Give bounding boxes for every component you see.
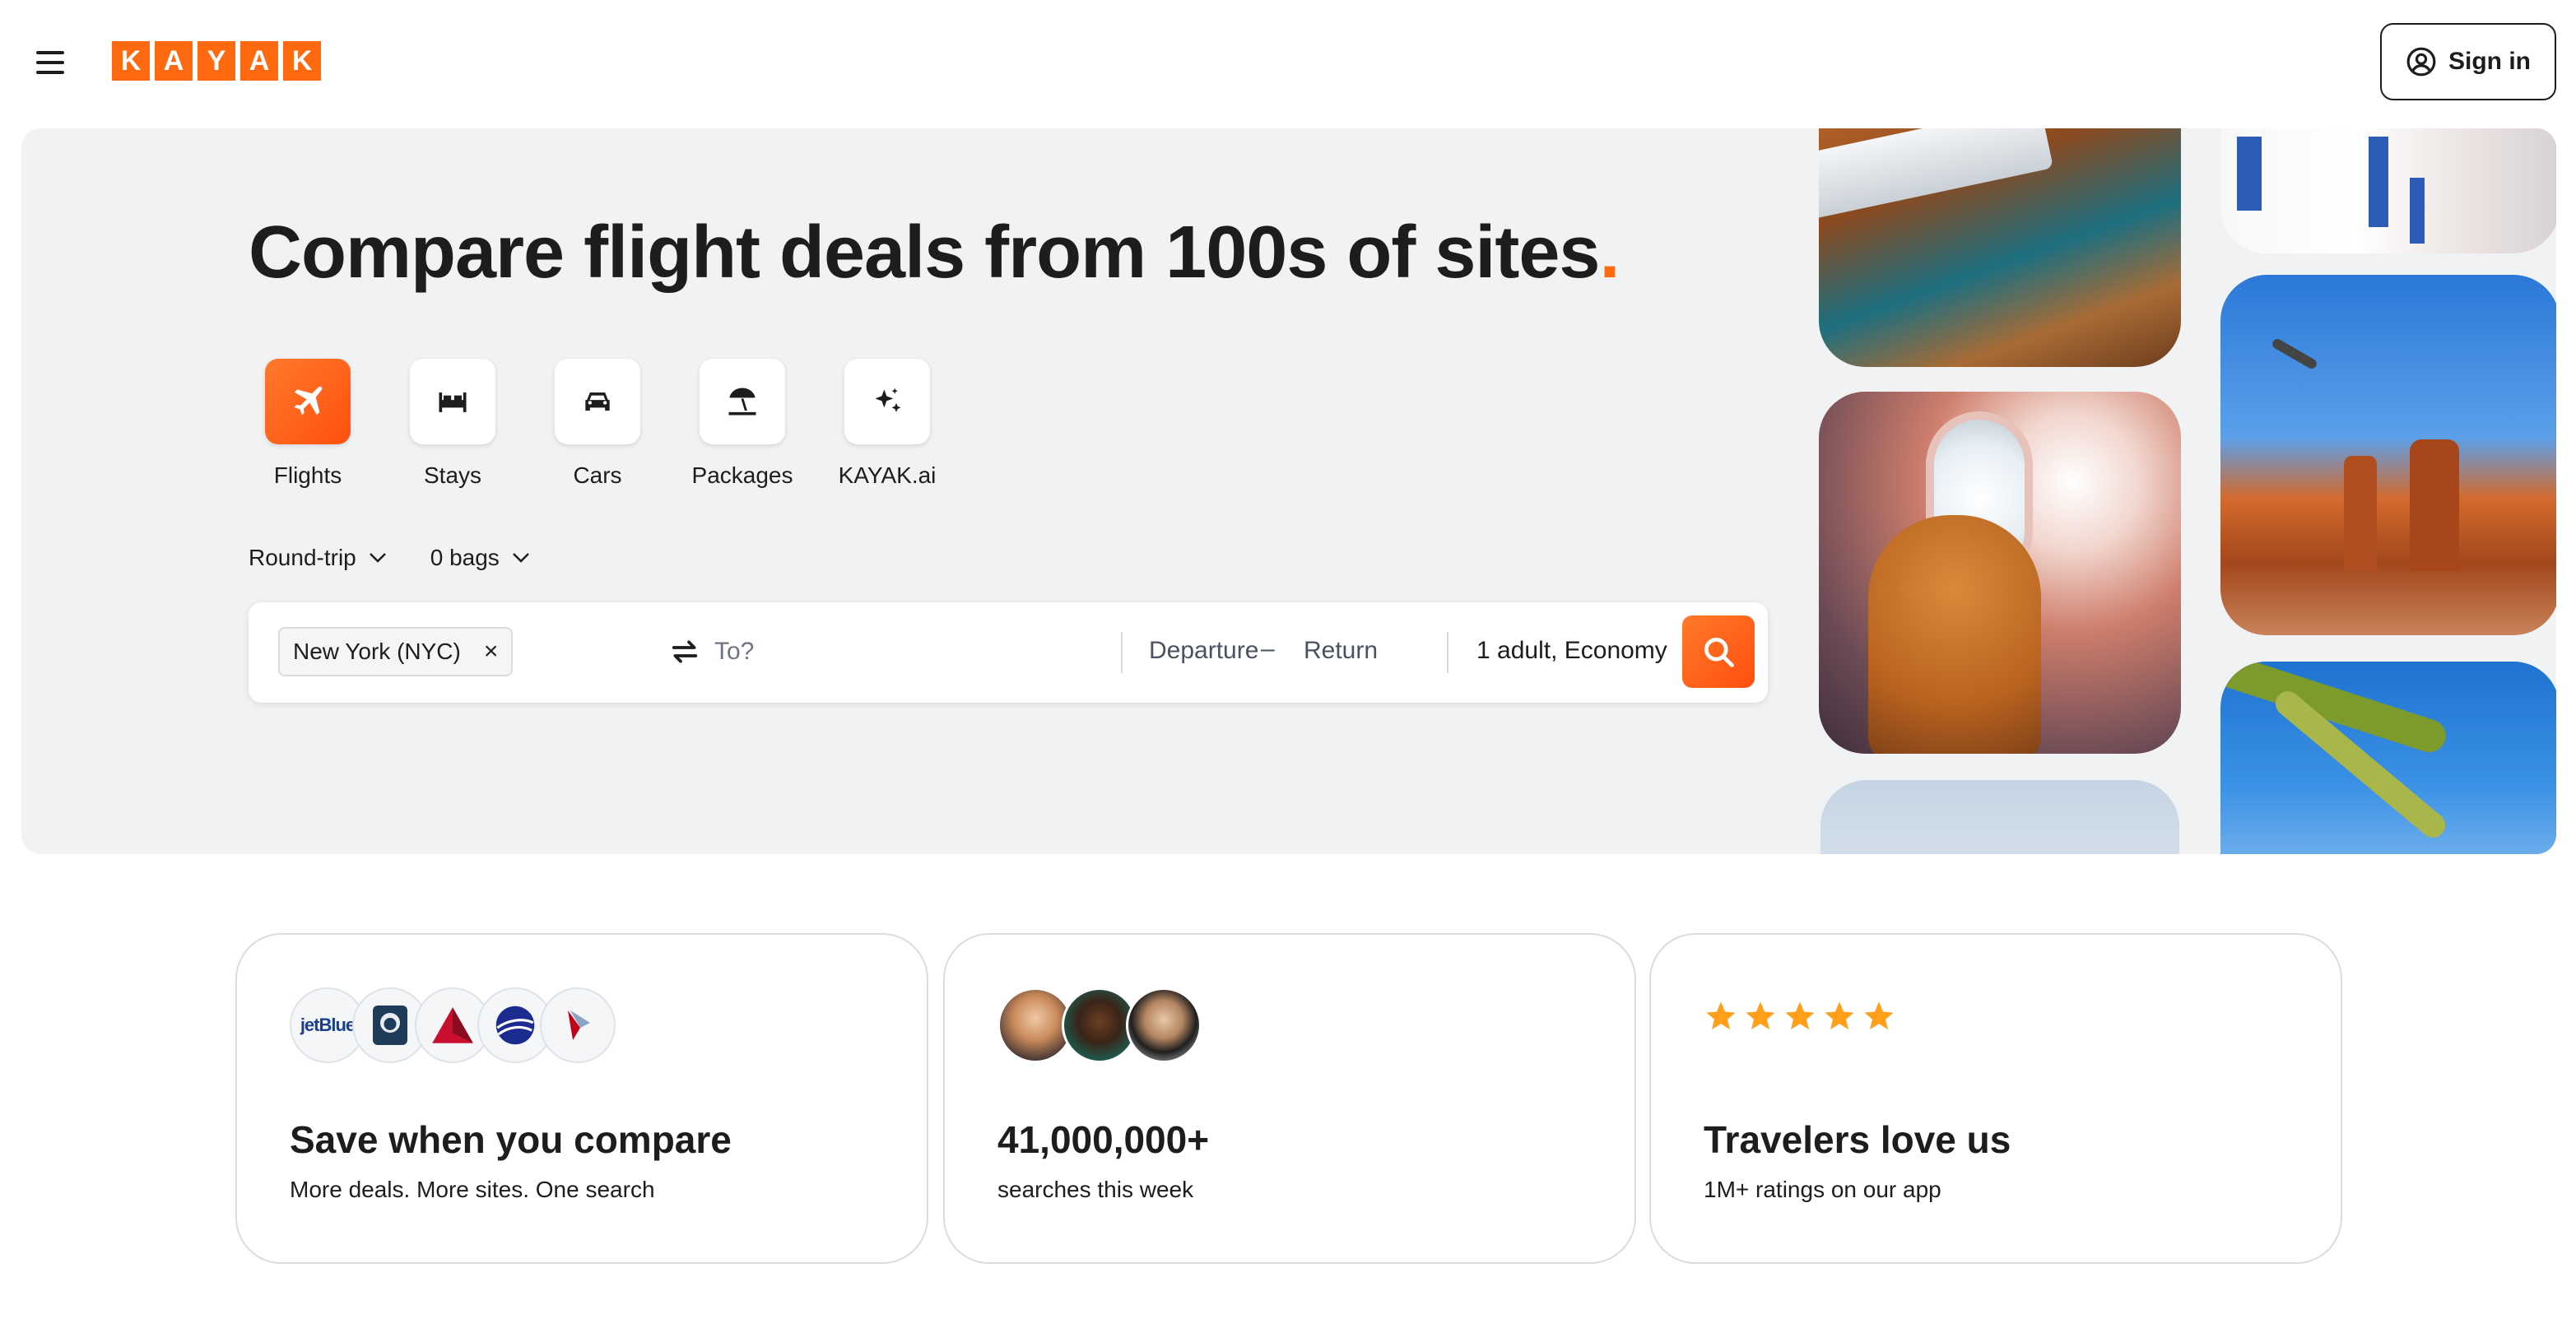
card-title: Travelers love us xyxy=(1704,1118,2011,1161)
plane-icon xyxy=(265,359,351,444)
logo-letter: K xyxy=(112,41,150,81)
title-text: Compare flight deals from 100s of sites xyxy=(249,211,1600,294)
destination-input[interactable] xyxy=(714,627,1060,676)
hamburger-menu-icon[interactable] xyxy=(33,46,69,79)
tab-cars[interactable]: Cars xyxy=(555,359,640,489)
flight-search-bar: New York (NYC) × Departure – Return 1 ad… xyxy=(249,602,1768,703)
ratings-card: Travelers love us 1M+ ratings on our app xyxy=(1649,933,2342,1264)
tab-label: KAYAK.ai xyxy=(838,462,937,488)
star-icon xyxy=(1864,1001,1894,1030)
card-title: 41,000,000+ xyxy=(997,1118,1210,1161)
card-subtitle: searches this week xyxy=(997,1177,1194,1202)
close-icon[interactable]: × xyxy=(484,638,499,666)
tab-stays[interactable]: Stays xyxy=(410,359,495,489)
chevron-down-icon xyxy=(512,553,529,563)
sign-in-label: Sign in xyxy=(2448,48,2531,75)
travelers-cabin-field[interactable]: 1 adult, Economy xyxy=(1476,637,1667,665)
page-title: Compare flight deals from 100s of sites. xyxy=(249,211,1620,295)
aerial-river-photo xyxy=(1819,128,2181,367)
tab-label: Cars xyxy=(573,462,622,488)
card-subtitle: More deals. More sites. One search xyxy=(290,1177,655,1202)
logo-letter: A xyxy=(240,41,278,81)
card-subtitle: 1M+ ratings on our app xyxy=(1704,1177,1941,1202)
origin-value: New York (NYC) xyxy=(293,639,461,664)
tab-label: Packages xyxy=(691,462,793,488)
desert-rocks-photo xyxy=(2220,275,2556,635)
hero-section: Compare flight deals from 100s of sites.… xyxy=(21,128,2556,854)
tab-label: Stays xyxy=(423,462,482,488)
traveler-avatars xyxy=(997,987,1202,1063)
american-airlines-logo xyxy=(540,987,616,1063)
logo-letter: A xyxy=(155,41,193,81)
title-dot: . xyxy=(1599,211,1620,294)
beach-umbrella-icon xyxy=(700,359,785,444)
airline-logos: jetBlue xyxy=(290,987,616,1063)
user-circle-icon xyxy=(2406,47,2436,77)
vertical-nav: Flights Stays Cars Packages KAYAK.ai xyxy=(265,359,936,489)
bags-label: 0 bags xyxy=(430,545,500,570)
tab-kayak-ai[interactable]: KAYAK.ai xyxy=(839,359,936,489)
swap-arrows-icon[interactable] xyxy=(668,635,701,668)
searches-card: 41,000,000+ searches this week xyxy=(943,933,1636,1264)
trip-type-label: Round-trip xyxy=(249,545,356,570)
avatar xyxy=(1126,987,1202,1063)
rating-stars xyxy=(1704,999,1896,1033)
departure-date-field[interactable]: Departure xyxy=(1149,637,1258,665)
trip-type-dropdown[interactable]: Round-trip xyxy=(249,545,388,571)
kayak-logo[interactable]: K A Y A K xyxy=(112,41,321,81)
return-date-field[interactable]: Return xyxy=(1304,637,1378,665)
date-separator: – xyxy=(1261,635,1275,662)
tab-flights[interactable]: Flights xyxy=(265,359,351,489)
divider xyxy=(1447,632,1448,673)
sign-in-button[interactable]: Sign in xyxy=(2380,23,2556,100)
bags-dropdown[interactable]: 0 bags xyxy=(430,545,531,571)
star-icon xyxy=(1785,1001,1815,1030)
trip-options: Round-trip 0 bags xyxy=(249,545,531,571)
search-button[interactable] xyxy=(1682,615,1755,688)
white-blue-street-photo xyxy=(2220,128,2556,253)
star-icon xyxy=(1706,1001,1736,1030)
divider xyxy=(1121,632,1123,673)
car-icon xyxy=(555,359,640,444)
card-title: Save when you compare xyxy=(290,1118,732,1161)
child-airplane-window-photo xyxy=(1819,392,2181,754)
tab-packages[interactable]: Packages xyxy=(692,359,793,489)
logo-letter: K xyxy=(283,41,321,81)
star-icon xyxy=(1825,1001,1854,1030)
bed-icon xyxy=(410,359,495,444)
logo-letter: Y xyxy=(198,41,235,81)
sparkle-icon xyxy=(844,359,930,444)
star-icon xyxy=(1746,1001,1775,1030)
search-icon xyxy=(1704,637,1734,667)
origin-chip[interactable]: New York (NYC) × xyxy=(278,627,514,676)
palm-leaf-sky-photo xyxy=(2220,662,2556,854)
sky-photo xyxy=(1820,780,2179,854)
jetblue-logo-text: jetBlue xyxy=(300,1015,356,1035)
chevron-down-icon xyxy=(369,553,386,563)
tab-label: Flights xyxy=(273,462,342,488)
compare-card: jetBlue Save when you compare More deals… xyxy=(235,933,928,1264)
